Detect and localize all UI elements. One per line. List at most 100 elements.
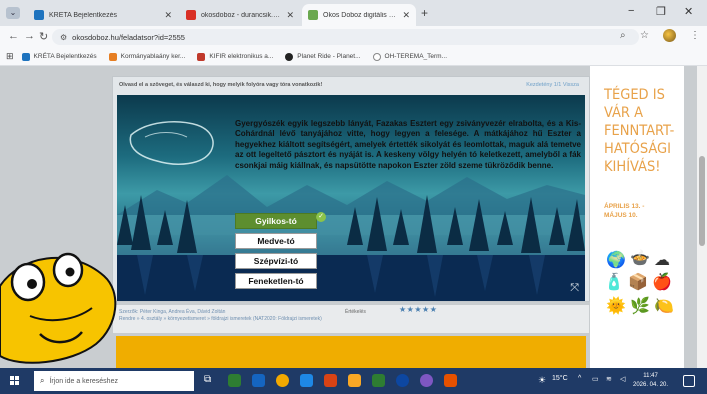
answer-option-feneketlen-to[interactable]: Feneketlen-tó xyxy=(235,273,317,289)
maximize-icon[interactable]: ❐ xyxy=(656,5,666,18)
kormanyablak-icon xyxy=(108,52,117,61)
apple-icon: 🍎 xyxy=(652,274,672,291)
zoom-icon[interactable]: ⌕ xyxy=(620,30,626,41)
windows-taskbar: ⌕ Írjon ide a kereséshez ⧉ ☀ 15°C ^ ▭ ≋ … xyxy=(0,368,707,394)
kreta-icon xyxy=(21,52,30,61)
bookmark-label: KIFIR elektronikus a... xyxy=(209,53,274,60)
weather-icon[interactable]: ☀ xyxy=(538,375,546,386)
tab-title: KRÉTA Bejelentkezés xyxy=(49,11,117,19)
page-scrollbar[interactable] xyxy=(697,66,707,368)
minimize-icon[interactable]: − xyxy=(628,5,634,17)
task-view-icon[interactable]: ⧉ xyxy=(204,374,217,387)
checkmark-icon: ✓ xyxy=(316,212,326,222)
answer-option-gyilkos-to[interactable]: Gyilkos-tó xyxy=(235,213,317,229)
profile-avatar[interactable] xyxy=(663,29,676,42)
menu-kebab-icon[interactable]: ⋮ xyxy=(690,30,700,41)
url-text: okosdoboz.hu/feladatsor?id=2555 xyxy=(72,32,185,42)
volume-icon[interactable]: ◁ xyxy=(620,375,625,383)
back-icon[interactable]: ← xyxy=(8,30,19,42)
edge-icon[interactable] xyxy=(252,374,265,387)
tab-kreta[interactable]: KRÉTA Bejelentkezés ✕ xyxy=(28,4,178,26)
tab-gmail[interactable]: okosdoboz - durancsik.eszter@... ✕ xyxy=(180,4,300,26)
forward-icon[interactable]: → xyxy=(24,30,35,42)
sun-icon: 🌞 xyxy=(606,298,626,315)
bookmark-star-icon[interactable]: ☆ xyxy=(640,30,649,41)
footer-banner xyxy=(116,336,586,368)
ad-title-line: HATÓSÁGI xyxy=(604,141,672,157)
bookmark-kormanyablak[interactable]: Kormányablaány ker... xyxy=(108,52,185,61)
wifi-icon[interactable]: ≋ xyxy=(606,375,612,383)
ad-title-line: TÉGED IS xyxy=(604,87,665,103)
bookmark-kifir[interactable]: KIFIR elektronikus a... xyxy=(197,52,274,61)
teams-icon[interactable] xyxy=(396,374,409,387)
ad-title-line: VÁR A xyxy=(604,105,644,121)
answer-option-medve-to[interactable]: Medve-tó xyxy=(235,233,317,249)
story-text: Gyergyószék egyik legszebb lányát, Fazak… xyxy=(235,119,581,170)
word-icon[interactable] xyxy=(300,374,313,387)
close-icon[interactable]: ✕ xyxy=(164,10,172,21)
bookmarks-bar: ⊞ KRÉTA Bejelentkezés Kormányablaány ker… xyxy=(0,48,707,66)
ad-date: ÁPRILIS 13. - MÁJUS 10. xyxy=(604,202,644,220)
excel-icon[interactable] xyxy=(372,374,385,387)
app-icon[interactable] xyxy=(228,374,241,387)
ad-title-line: FENNTART- xyxy=(604,123,675,139)
weather-temp[interactable]: 15°C xyxy=(552,375,568,382)
ad-title-line: KIHÍVÁS! xyxy=(604,159,661,175)
site-info-icon[interactable]: ⚙ xyxy=(60,33,67,42)
new-tab-button[interactable]: + xyxy=(421,6,428,20)
search-icon: ⌕ xyxy=(40,376,45,385)
tab-okosdoboz[interactable]: Okos Doboz digitális feladatgyű... ✕ xyxy=(302,4,416,26)
close-icon[interactable]: ✕ xyxy=(286,10,294,21)
sustainability-ad[interactable]: TÉGED IS VÁR A FENNTART- HATÓSÁGI KIHÍVÁ… xyxy=(590,66,684,368)
bookmark-label: Planet Ride - Planet... xyxy=(297,53,361,60)
ad-date-line: ÁPRILIS 13. - xyxy=(604,203,645,210)
tab-search-button[interactable]: ⌄ xyxy=(6,7,20,19)
app-icon[interactable] xyxy=(444,374,457,387)
ad-date-line: MÁJUS 10. xyxy=(604,212,638,219)
taskbar-search[interactable]: ⌕ Írjon ide a kereséshez xyxy=(34,371,194,391)
exercise-instruction: Olvasd el a szöveget, és válaszd ki, hog… xyxy=(119,82,323,88)
rating-stars[interactable]: ★★★★★ xyxy=(399,306,437,314)
powerpoint-icon[interactable] xyxy=(324,374,337,387)
app-icon[interactable] xyxy=(420,374,433,387)
notification-icon[interactable] xyxy=(683,375,695,387)
rating-label: Értékelés xyxy=(345,309,366,315)
food-icon: 🍲 xyxy=(630,250,650,267)
bookmark-oh-terema[interactable]: OH-TEREMA_Term... xyxy=(372,52,448,61)
reload-icon[interactable]: ↻ xyxy=(39,30,48,43)
mascot-character xyxy=(0,252,117,364)
bookmark-label: OH-TEREMA_Term... xyxy=(384,53,448,60)
close-icon[interactable]: ✕ xyxy=(402,10,410,21)
bottle-icon: 🧴 xyxy=(604,274,624,291)
answer-option-szepvizi-to[interactable]: Szépvízi-tó xyxy=(235,253,317,269)
expand-icon[interactable]: ⤧ xyxy=(570,282,579,295)
ad-title: TÉGED IS VÁR A FENNTART- HATÓSÁGI KIHÍVÁ… xyxy=(604,86,684,176)
scrollbar-thumb[interactable] xyxy=(699,156,705,246)
exercise-meta: Szerzők: Péter Kinga, Andrea Éva, Dávid … xyxy=(112,304,590,334)
address-bar[interactable]: ⚙ okosdoboz.hu/feladatsor?id=2555 xyxy=(52,29,639,45)
category-path[interactable]: Rendre » 4. osztály » környezetismeret »… xyxy=(119,316,419,323)
bookmark-kreta[interactable]: KRÉTA Bejelentkezés xyxy=(21,52,97,61)
network-icon[interactable]: ▭ xyxy=(592,375,599,383)
windows-start-icon[interactable] xyxy=(10,376,20,386)
lemon-icon: 🍋 xyxy=(654,298,674,315)
chrome-icon[interactable] xyxy=(276,374,289,387)
file-explorer-icon[interactable] xyxy=(348,374,361,387)
kifir-icon xyxy=(197,52,206,61)
gmail-favicon-icon xyxy=(186,10,196,20)
apps-grid-icon[interactable]: ⊞ xyxy=(6,51,14,62)
bookmark-planet-ride[interactable]: Planet Ride - Planet... xyxy=(285,52,361,61)
leaf-icon: 🌿 xyxy=(630,298,650,315)
window-close-icon[interactable]: ✕ xyxy=(684,5,693,18)
address-toolbar: ← → ↻ ⚙ okosdoboz.hu/feladatsor?id=2555 … xyxy=(0,26,707,48)
box-icon: 📦 xyxy=(628,274,648,291)
globe-icon: 🌍 xyxy=(606,252,626,269)
cloud-icon: ☁ xyxy=(654,252,670,269)
planet-ride-icon xyxy=(285,52,294,61)
tray-chevron-icon[interactable]: ^ xyxy=(578,375,581,382)
okosdoboz-favicon-icon xyxy=(308,10,318,20)
system-clock[interactable]: 11:47 2026. 04. 20. xyxy=(633,372,668,390)
search-placeholder: Írjon ide a kereséshez xyxy=(49,377,118,385)
exercise-counter[interactable]: Kezdetény 1/1 Vissza xyxy=(526,82,579,88)
globe-icon xyxy=(372,52,381,61)
